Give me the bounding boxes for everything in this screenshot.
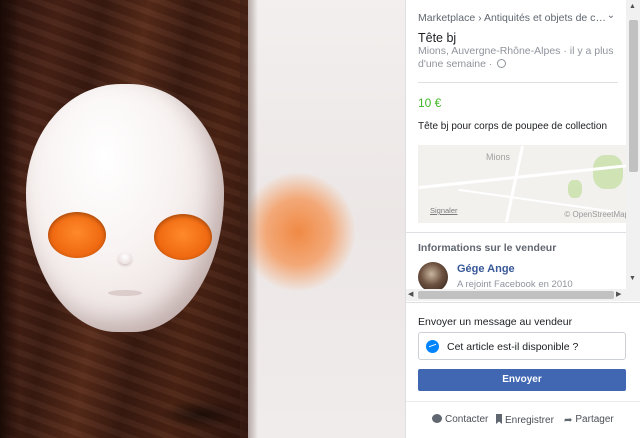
action-bar: Contacter Enregistrer ➦ Partager [406,414,640,430]
scroll-up-arrow-icon[interactable]: ▲ [629,3,636,10]
location-map[interactable]: Mions Signaler © OpenStreetMap [418,145,631,223]
doll-mouth [108,290,142,296]
photo-shade [0,0,20,438]
scrollbar-thumb[interactable] [629,20,638,172]
horizontal-scrollbar[interactable]: ◀ ▶ [406,289,640,301]
divider [418,82,618,83]
message-input[interactable]: Cet article est-il disponible ? [418,332,626,360]
contact-label: Contacter [445,414,489,425]
seller-name-link[interactable]: Gége Ange [457,263,515,275]
doll-eye-left [48,212,106,258]
listing-title: Tête bj [418,31,457,45]
messenger-icon [426,340,439,353]
listing-panel: Marketplace › Antiquités et objets de co… [405,0,640,438]
share-arrow-icon: ➦ [564,415,573,426]
map-attribution[interactable]: © OpenStreetMap [564,210,629,219]
blur-edge [240,0,258,438]
seller-avatar[interactable] [418,262,448,292]
scroll-left-arrow-icon[interactable]: ◀ [408,290,413,298]
photo-viewer[interactable] [0,0,405,438]
message-text[interactable]: Cet article est-il disponible ? [447,341,578,353]
map-report-link[interactable]: Signaler [430,206,458,215]
vertical-scrollbar[interactable]: ▲ ▼ [626,0,640,289]
listing-details-scroll[interactable]: Marketplace › Antiquités et objets de co… [406,0,640,302]
map-city-label: Mions [486,152,511,162]
share-button[interactable]: ➦ Partager [564,414,614,426]
listing-photo[interactable] [0,0,248,438]
scroll-right-arrow-icon[interactable]: ▶ [616,290,621,298]
doll-eye-right [154,214,212,260]
map-park [568,180,582,198]
bookmark-icon [496,414,502,424]
seller-section-heading: Informations sur le vendeur [418,242,557,254]
doll-head [26,84,224,332]
save-label: Enregistrer [505,415,554,426]
chevron-down-icon[interactable]: ⌄ [604,10,618,24]
listing-description: Tête bj pour corps de poupee de collecti… [418,121,608,132]
blurred-photo-side [248,0,405,438]
scroll-down-arrow-icon[interactable]: ▼ [629,275,636,282]
divider [406,401,640,402]
breadcrumb[interactable]: Marketplace › Antiquités et objets de co… [418,12,608,24]
send-button[interactable]: Envoyer [418,369,626,391]
listing-price: 10 € [418,96,442,110]
share-label: Partager [575,414,614,425]
doll-nose [118,252,132,264]
scrollbar-thumb[interactable] [418,291,614,299]
chat-bubble-icon [432,414,442,423]
globe-icon [497,59,507,68]
divider [406,232,631,233]
contact-button[interactable]: Contacter [432,414,488,425]
listing-location: Mions, Auvergne-Rhône-Alpes · il y a plu… [418,45,623,71]
map-park [593,155,623,189]
save-button[interactable]: Enregistrer [496,414,554,426]
location-text: Mions, Auvergne-Rhône-Alpes · il y a plu… [418,45,614,70]
message-heading: Envoyer un message au vendeur [418,316,573,328]
divider [406,302,640,303]
